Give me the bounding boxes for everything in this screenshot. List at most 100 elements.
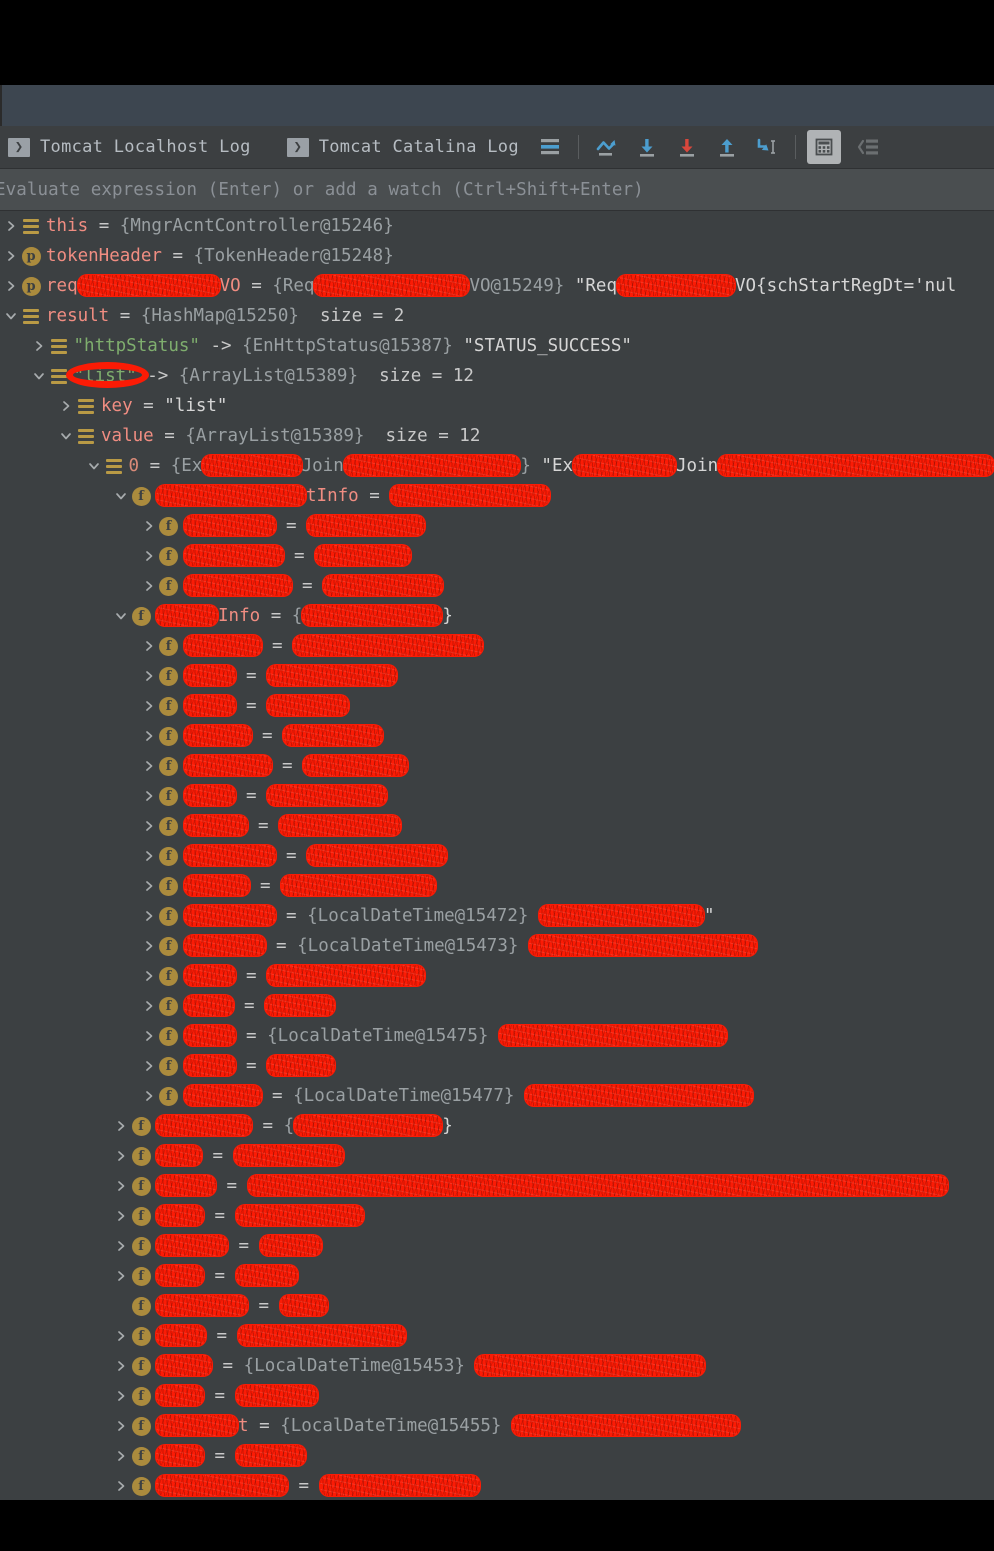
chevron-right-icon[interactable] — [140, 841, 158, 871]
chevron-right-icon[interactable] — [112, 1141, 130, 1171]
variable-row[interactable]: this = {MngrAcntController@15246} — [0, 211, 994, 241]
chevron-right-icon[interactable] — [140, 901, 158, 931]
chevron-right-icon[interactable] — [140, 661, 158, 691]
variable-row[interactable]: value = {ArrayList@15389} size = 12 — [0, 421, 994, 451]
variable-row[interactable]: key = "list" — [0, 391, 994, 421]
chevron-right-icon[interactable] — [140, 721, 158, 751]
chevron-right-icon[interactable] — [112, 1411, 130, 1441]
console-tab-tomcat-catalina-log[interactable]: ❯ Tomcat Catalina Log — [279, 126, 519, 169]
settings-layout-icon[interactable] — [851, 130, 885, 164]
run-to-cursor-icon[interactable] — [750, 130, 784, 164]
chevron-down-icon[interactable] — [57, 421, 75, 451]
variable-row[interactable]: f = — [0, 1051, 994, 1081]
variable-row[interactable]: f = — [0, 691, 994, 721]
force-step-into-icon[interactable] — [670, 130, 704, 164]
variable-row[interactable]: f = {LocalDateTime@15472} " — [0, 901, 994, 931]
variable-row[interactable]: f = — [0, 961, 994, 991]
variable-row[interactable]: f = — [0, 1291, 994, 1321]
variable-row[interactable]: f = {LocalDateTime@15453} — [0, 1351, 994, 1381]
variable-row[interactable]: f t = {LocalDateTime@15455} — [0, 1411, 994, 1441]
chevron-right-icon[interactable] — [2, 241, 20, 271]
chevron-down-icon[interactable] — [85, 451, 103, 481]
chevron-down-icon[interactable] — [112, 601, 130, 631]
chevron-right-icon[interactable] — [112, 1381, 130, 1411]
chevron-right-icon[interactable] — [112, 1321, 130, 1351]
variable-row[interactable]: f = — [0, 571, 994, 601]
chevron-right-icon[interactable] — [112, 1471, 130, 1500]
chevron-right-icon[interactable] — [140, 811, 158, 841]
variable-row[interactable]: f = — [0, 631, 994, 661]
chevron-right-icon[interactable] — [140, 751, 158, 781]
variable-row[interactable]: f = — [0, 1321, 994, 1351]
variable-row[interactable]: f = {LocalDateTime@15473} — [0, 931, 994, 961]
chevron-right-icon[interactable] — [57, 391, 75, 421]
chevron-right-icon[interactable] — [2, 271, 20, 301]
chevron-right-icon[interactable] — [140, 1081, 158, 1111]
chevron-right-icon[interactable] — [112, 1441, 130, 1471]
show-execution-point-icon[interactable] — [533, 130, 567, 164]
variable-row[interactable]: f = — [0, 781, 994, 811]
variable-row[interactable]: f = — [0, 991, 994, 1021]
chevron-down-icon[interactable] — [30, 361, 48, 391]
variable-row[interactable]: f = — [0, 751, 994, 781]
variable-row[interactable]: p tokenHeader = {TokenHeader@15248} — [0, 241, 994, 271]
variable-row[interactable]: f = — [0, 661, 994, 691]
step-into-icon[interactable] — [630, 130, 664, 164]
variable-row[interactable]: f = — [0, 1141, 994, 1171]
evaluate-expression-icon[interactable] — [806, 130, 841, 164]
chevron-right-icon[interactable] — [140, 991, 158, 1021]
variable-row[interactable]: f = {} — [0, 1111, 994, 1141]
chevron-right-icon[interactable] — [140, 1021, 158, 1051]
variable-row[interactable]: f = — [0, 1471, 994, 1500]
chevron-right-icon[interactable] — [140, 1051, 158, 1081]
variable-row[interactable]: f = — [0, 841, 994, 871]
variable-row[interactable]: f = — [0, 1261, 994, 1291]
chevron-right-icon[interactable] — [140, 541, 158, 571]
chevron-right-icon[interactable] — [30, 331, 48, 361]
chevron-right-icon[interactable] — [140, 781, 158, 811]
variable-row[interactable]: result = {HashMap@15250} size = 2 — [0, 301, 994, 331]
chevron-down-icon[interactable] — [112, 481, 130, 511]
chevron-right-icon[interactable] — [140, 961, 158, 991]
variables-tree[interactable]: this = {MngrAcntController@15246} p tokenH… — [0, 211, 994, 1500]
variable-row[interactable]: f = — [0, 1171, 994, 1201]
variable-row[interactable]: "list" -> {ArrayList@15389} size = 12 — [0, 361, 994, 391]
variable-row[interactable]: p req VO = {Req VO@15249} "Req VO{schStartRe… — [0, 271, 994, 301]
variable-row[interactable]: f = — [0, 721, 994, 751]
variable-row[interactable]: f Info = {} — [0, 601, 994, 631]
step-out-icon[interactable] — [710, 130, 744, 164]
chevron-right-icon[interactable] — [140, 871, 158, 901]
variable-row[interactable]: f tInfo = — [0, 481, 994, 511]
chevron-right-icon[interactable] — [112, 1351, 130, 1381]
variable-row[interactable]: f = — [0, 1231, 994, 1261]
variable-row[interactable]: f = — [0, 1441, 994, 1471]
variable-row[interactable]: f = — [0, 871, 994, 901]
variable-row[interactable]: f = {LocalDateTime@15477} — [0, 1081, 994, 1111]
variable-row[interactable]: f = — [0, 511, 994, 541]
chevron-right-icon[interactable] — [112, 1231, 130, 1261]
chevron-right-icon[interactable] — [140, 511, 158, 541]
chevron-right-icon[interactable] — [140, 691, 158, 721]
chevron-right-icon[interactable] — [2, 211, 20, 241]
evaluate-expression-field[interactable]: Evaluate expression (Enter) or add a wat… — [0, 169, 994, 211]
step-over-icon[interactable] — [590, 130, 624, 164]
variable-row[interactable]: f = — [0, 541, 994, 571]
field-icon: f — [130, 601, 152, 631]
chevron-down-icon[interactable] — [2, 301, 20, 331]
chevron-right-icon[interactable] — [112, 1111, 130, 1141]
variable-row[interactable]: "httpStatus" -> {EnHttpStatus@15387} "ST… — [0, 331, 994, 361]
variable-row[interactable]: f = — [0, 811, 994, 841]
chevron-right-icon[interactable] — [140, 571, 158, 601]
chevron-right-icon[interactable] — [112, 1201, 130, 1231]
variable-row[interactable]: f = — [0, 1201, 994, 1231]
variable-row[interactable]: f = — [0, 1381, 994, 1411]
variable-row[interactable]: f = {LocalDateTime@15475} — [0, 1021, 994, 1051]
chevron-right-icon[interactable] — [140, 631, 158, 661]
redaction-mark — [183, 934, 266, 956]
variable-row[interactable]: 0 = {Ex Join} "Ex Join — [0, 451, 994, 481]
chevron-right-icon[interactable] — [112, 1261, 130, 1291]
chevron-right-icon[interactable] — [112, 1171, 130, 1201]
chevron-right-icon[interactable] — [140, 931, 158, 961]
console-tab-tomcat-localhost-log[interactable]: ❯ Tomcat Localhost Log — [0, 126, 251, 169]
